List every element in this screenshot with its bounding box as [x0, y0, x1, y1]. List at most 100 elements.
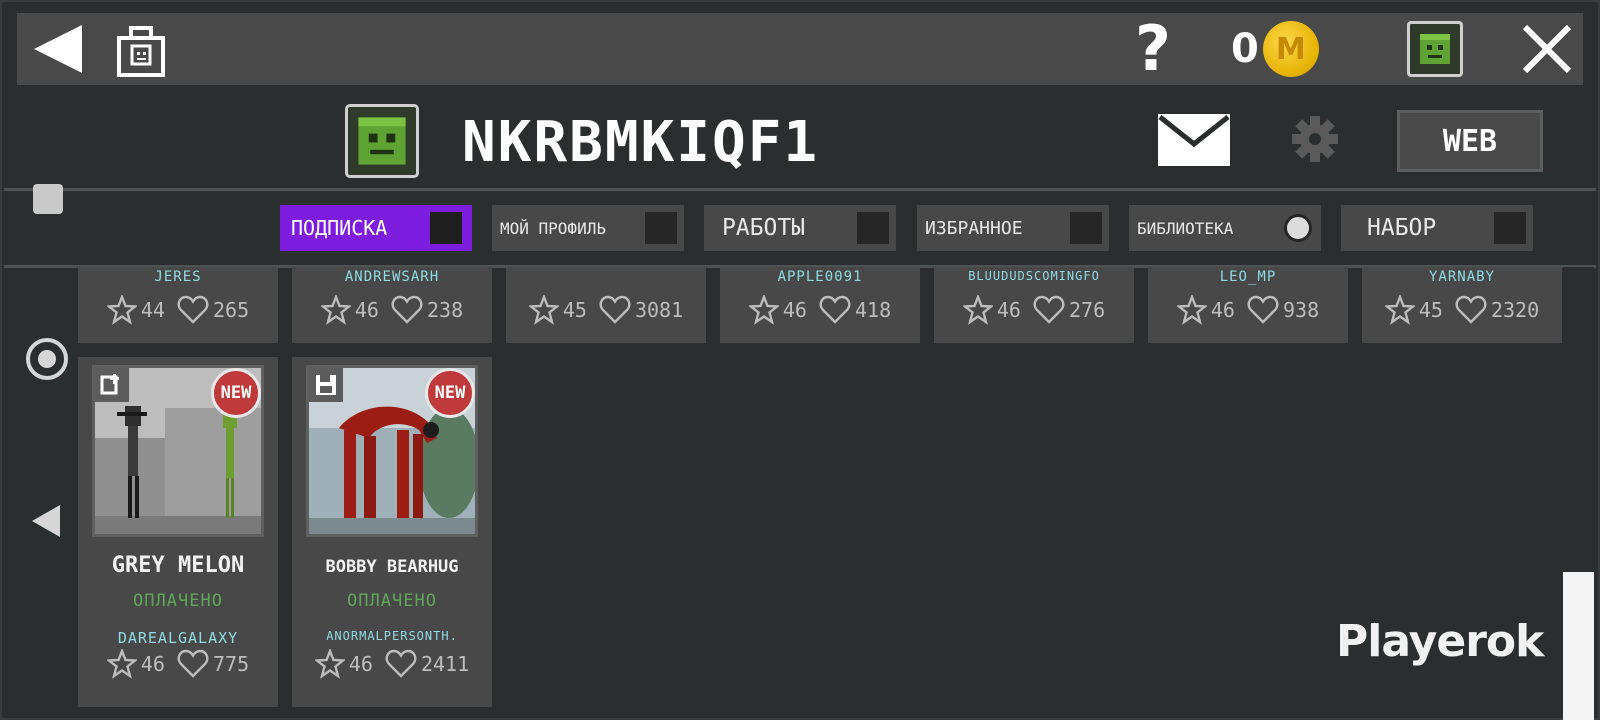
divider — [4, 188, 1596, 191]
tab-checkbox — [645, 212, 677, 244]
star-icon[interactable] — [106, 649, 137, 679]
star-count: 45 — [562, 298, 587, 322]
heart-icon[interactable] — [177, 295, 209, 325]
item-author[interactable]: ANORMALPERSONTH. — [292, 629, 492, 643]
save-icon — [309, 368, 343, 402]
list-item[interactable]: 45 3081 — [506, 267, 706, 343]
collapse-button[interactable] — [30, 503, 62, 543]
gear-icon — [1292, 116, 1338, 162]
tab-checkbox — [1070, 212, 1102, 244]
item-card[interactable]: NEW GREY MELON ОПЛАЧЕНО DAREALGALAXY 46 … — [78, 357, 278, 707]
tab-works[interactable]: РАБОТЫ — [704, 205, 896, 251]
tab-subscription[interactable]: ПОДПИСКА — [280, 205, 472, 251]
question-mark-icon: ? — [1135, 12, 1171, 85]
tab-checkbox — [857, 212, 889, 244]
star-count: 44 — [140, 298, 165, 322]
profile-avatar[interactable] — [345, 104, 419, 178]
tab-favorites[interactable]: ИЗБРАННОЕ — [917, 205, 1109, 251]
star-icon[interactable] — [528, 295, 559, 325]
tab-checkbox — [430, 212, 462, 244]
coin-letter: M — [1275, 31, 1306, 67]
mail-button[interactable] — [1158, 114, 1230, 166]
item-author[interactable]: DAREALGALAXY — [78, 629, 278, 647]
tab-my-profile[interactable]: МОЙ ПРОФИЛЬ — [492, 205, 684, 251]
item-title: BOBBY BEARHUG — [325, 557, 459, 577]
list-item[interactable]: BLUUDUDSCOMINGFO 46 276 — [934, 267, 1134, 343]
item-stats: 46 276 — [934, 295, 1134, 325]
coin-count: 0 — [1231, 26, 1259, 72]
scrollbar-thumb[interactable] — [1563, 572, 1594, 720]
shop-button[interactable] — [113, 13, 169, 85]
star-icon[interactable] — [314, 649, 345, 679]
list-item[interactable]: JERES 44 265 — [78, 267, 278, 343]
profile-username: NKRBMKIQF1 — [462, 110, 820, 175]
help-button[interactable]: ? — [1125, 13, 1181, 85]
tab-library[interactable]: БИБЛИОТЕКА — [1129, 205, 1321, 251]
heart-icon[interactable] — [1455, 295, 1487, 325]
star-count: 46 — [1210, 298, 1235, 322]
close-button[interactable] — [1517, 13, 1577, 85]
watermark: Playerok — [1336, 616, 1544, 667]
star-count: 45 — [1418, 298, 1443, 322]
like-count: 238 — [426, 298, 464, 322]
item-stats: 46 2411 — [292, 649, 492, 679]
tab-label: ПОДПИСКА — [291, 216, 388, 240]
coin-icon: M — [1262, 21, 1319, 77]
heart-icon[interactable] — [1033, 295, 1065, 325]
star-icon[interactable] — [962, 295, 993, 325]
star-icon[interactable] — [106, 295, 137, 325]
item-stats: 46 938 — [1148, 295, 1348, 325]
back-button[interactable] — [29, 13, 87, 85]
heart-icon[interactable] — [1247, 295, 1279, 325]
star-icon[interactable] — [748, 295, 779, 325]
heart-icon[interactable] — [599, 295, 631, 325]
new-badge: NEW — [211, 368, 261, 418]
back-arrow-icon — [34, 25, 82, 73]
star-count: 46 — [348, 652, 373, 676]
heart-icon[interactable] — [391, 295, 423, 325]
item-author[interactable]: LEO_MP — [1148, 269, 1348, 285]
item-author[interactable]: APPLE0091 — [720, 269, 920, 285]
like-count: 276 — [1068, 298, 1106, 322]
item-author[interactable]: YARNABY — [1362, 269, 1562, 285]
item-stats: 44 265 — [78, 295, 278, 325]
tab-label: ИЗБРАННОЕ — [925, 217, 1023, 239]
web-button[interactable]: WEB — [1397, 110, 1543, 172]
item-stats: 45 3081 — [506, 295, 706, 325]
triangle-left-icon — [32, 505, 60, 537]
melon-head-icon — [358, 117, 406, 165]
item-author[interactable]: BLUUDUDSCOMINGFO — [934, 269, 1134, 283]
close-icon — [1522, 24, 1572, 74]
item-status: ОПЛАЧЕНО — [347, 591, 437, 611]
star-icon[interactable] — [320, 295, 351, 325]
list-item[interactable]: LEO_MP 46 938 — [1148, 267, 1348, 343]
coin-balance: 0 M — [1231, 13, 1319, 85]
envelope-icon — [1158, 114, 1230, 166]
radio-dot — [38, 350, 56, 368]
item-card[interactable]: NEW BOBBY BEARHUG ОПЛАЧЕНО ANORMALPERSON… — [292, 357, 492, 707]
heart-icon[interactable] — [385, 649, 417, 679]
list-item[interactable]: ANDREWSARH 46 238 — [292, 267, 492, 343]
item-stats: 46 238 — [292, 295, 492, 325]
star-count: 46 — [996, 298, 1021, 322]
star-icon[interactable] — [1176, 295, 1207, 325]
star-icon[interactable] — [1384, 295, 1415, 325]
subscribed-icon — [95, 368, 129, 402]
view-toggle-radio[interactable] — [26, 338, 68, 380]
item-thumbnail[interactable]: NEW — [92, 365, 264, 537]
heart-icon[interactable] — [177, 649, 209, 679]
melon-head-icon — [1420, 34, 1450, 64]
list-item[interactable]: APPLE0091 46 418 — [720, 267, 920, 343]
list-item[interactable]: YARNABY 45 2320 — [1362, 267, 1562, 343]
item-author[interactable]: JERES — [78, 269, 278, 285]
item-author[interactable]: ANDREWSARH — [292, 269, 492, 285]
settings-button[interactable] — [1290, 114, 1340, 164]
avatar-button[interactable] — [1407, 21, 1463, 77]
item-thumbnail[interactable]: NEW — [306, 365, 478, 537]
side-square-button[interactable] — [33, 184, 63, 214]
tab-set[interactable]: НАБОР — [1341, 205, 1533, 251]
tab-label: РАБОТЫ — [722, 215, 806, 241]
star-count: 46 — [140, 652, 165, 676]
like-count: 265 — [212, 298, 250, 322]
heart-icon[interactable] — [819, 295, 851, 325]
